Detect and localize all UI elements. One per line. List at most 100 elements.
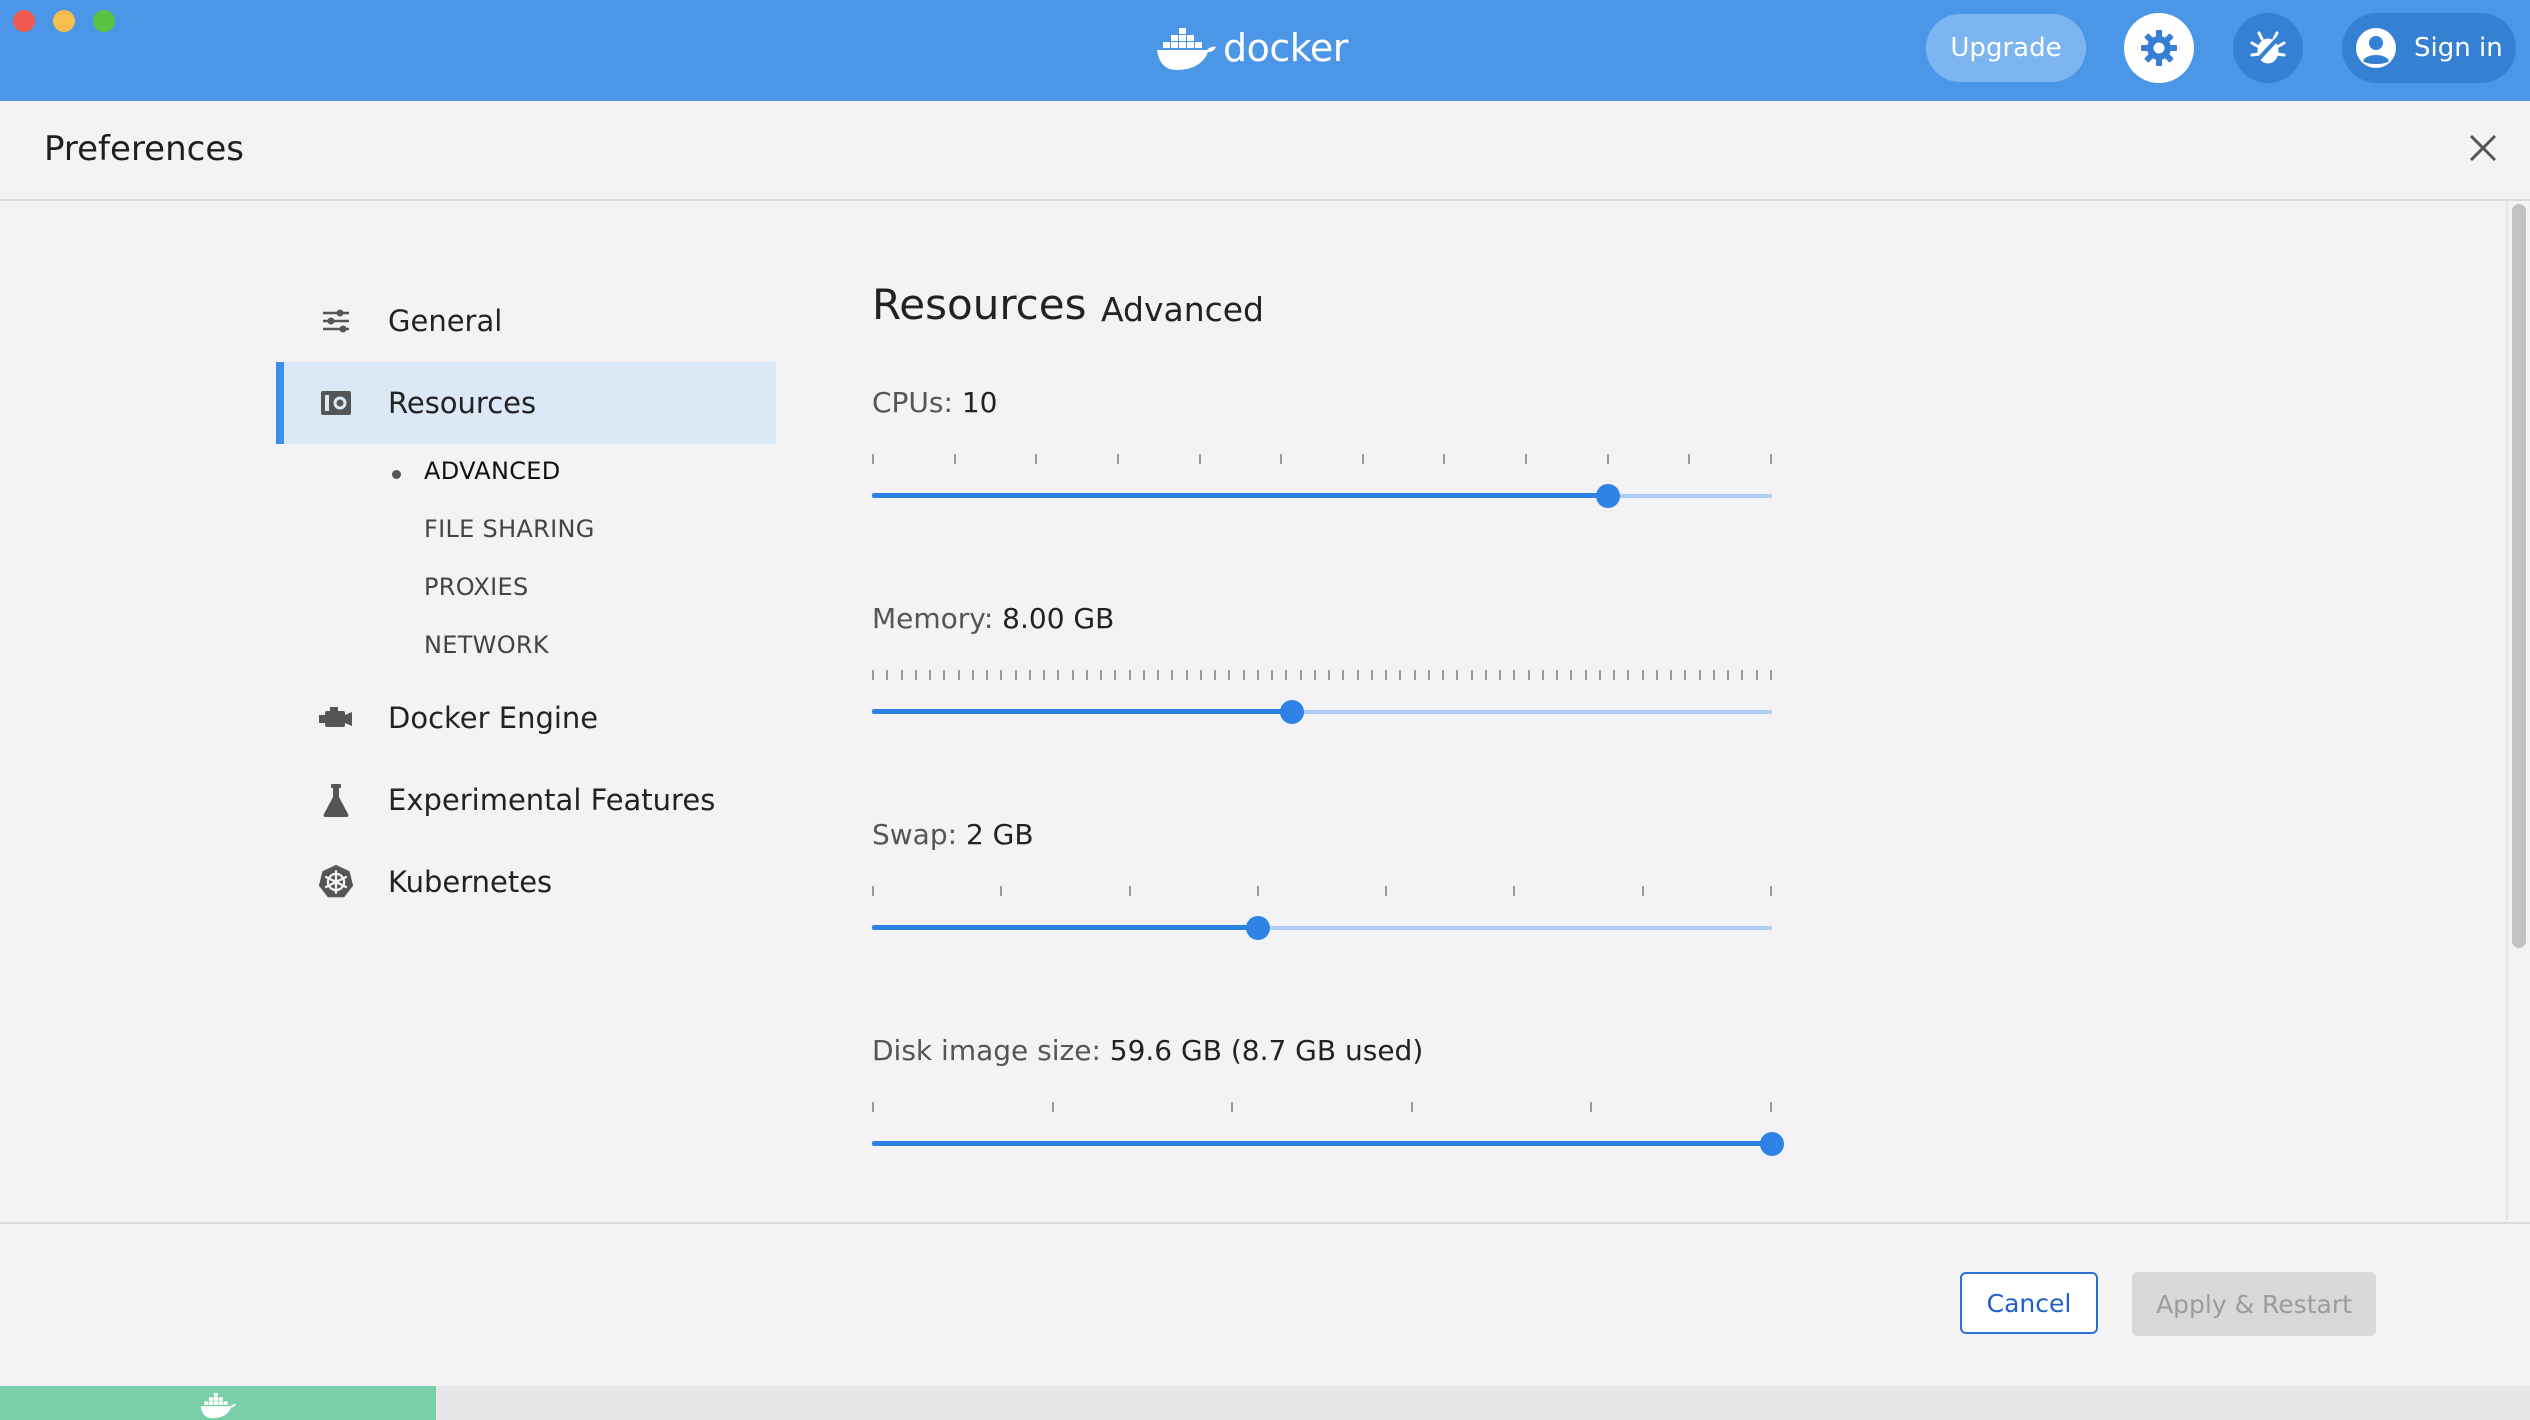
slider-tick bbox=[1313, 670, 1316, 680]
slider-tick bbox=[1670, 670, 1673, 680]
slider-tick bbox=[872, 1102, 874, 1112]
sidebar-item-docker-engine[interactable]: Docker Engine bbox=[276, 677, 776, 759]
slider-tick bbox=[1410, 1102, 1413, 1112]
disk-image-size-slider[interactable] bbox=[872, 1102, 1784, 1162]
slider-thumb[interactable] bbox=[1596, 484, 1621, 508]
slider-tick bbox=[1484, 670, 1487, 680]
troubleshoot-button[interactable] bbox=[2233, 13, 2303, 83]
slider-tick bbox=[1256, 886, 1259, 896]
slider-tick bbox=[914, 670, 917, 680]
slider-tick bbox=[1199, 670, 1202, 680]
title-bar: docker Upgrade Sign in bbox=[0, 0, 2530, 101]
slider-tick bbox=[872, 886, 874, 896]
slider-tick bbox=[1590, 1102, 1593, 1112]
slider-tick bbox=[1342, 670, 1345, 680]
disk-image-size-label: Disk image size: 59.6 GB (8.7 GB used) bbox=[872, 1034, 1423, 1067]
sidebar-item-kubernetes[interactable]: Kubernetes bbox=[276, 841, 776, 923]
slider-tick bbox=[1556, 670, 1559, 680]
slider-tick bbox=[1684, 670, 1687, 680]
window-minimize-button[interactable] bbox=[53, 10, 75, 32]
slider-tick bbox=[1328, 670, 1331, 680]
slider-tick bbox=[1256, 670, 1259, 680]
scroll-track bbox=[2506, 200, 2508, 1220]
slider-tick bbox=[1606, 454, 1609, 464]
settings-button[interactable] bbox=[2124, 13, 2194, 83]
slider-tick bbox=[1688, 454, 1691, 464]
subnav-item-proxies[interactable]: PROXIES bbox=[424, 573, 529, 601]
slider-tick bbox=[1385, 886, 1388, 896]
engine-status-indicator[interactable] bbox=[0, 1386, 436, 1420]
slider-tick bbox=[1527, 670, 1530, 680]
sidebar-item-general[interactable]: General bbox=[276, 280, 776, 362]
slider-tick bbox=[971, 670, 974, 680]
slider-tick bbox=[1043, 670, 1046, 680]
setting-value: 8.00 GB bbox=[1002, 602, 1115, 635]
slider-tick bbox=[1085, 670, 1088, 680]
slider-tick bbox=[886, 670, 889, 680]
slider-tick bbox=[1214, 670, 1217, 680]
cpus-label: CPUs: 10 bbox=[872, 386, 998, 419]
setting-value: 10 bbox=[961, 386, 998, 419]
slider-tick bbox=[1142, 670, 1145, 680]
bug-icon bbox=[2250, 31, 2286, 65]
slider-tick bbox=[1698, 670, 1701, 680]
sign-in-button[interactable]: Sign in bbox=[2342, 13, 2516, 83]
slider-fill bbox=[872, 1141, 1772, 1146]
sidebar-item-experimental-features[interactable]: Experimental Features bbox=[276, 759, 776, 841]
slider-tick bbox=[1271, 670, 1274, 680]
upgrade-button[interactable]: Upgrade bbox=[1926, 14, 2086, 82]
slider-tick bbox=[953, 454, 956, 464]
setting-value: 2 GB bbox=[965, 818, 1034, 851]
slider-tick bbox=[1000, 670, 1003, 680]
memory-slider[interactable] bbox=[872, 670, 1772, 730]
slider-tick bbox=[1641, 886, 1644, 896]
status-bar bbox=[0, 1386, 2530, 1420]
subnav-item-network[interactable]: NETWORK bbox=[424, 631, 549, 659]
active-subitem-bullet bbox=[392, 470, 401, 479]
slider-tick bbox=[1443, 454, 1446, 464]
window-close-button[interactable] bbox=[13, 10, 35, 32]
sidebar-item-resources[interactable]: Resources bbox=[276, 362, 776, 444]
slider-tick bbox=[1185, 670, 1188, 680]
slider-tick bbox=[1356, 670, 1359, 680]
window-zoom-button[interactable] bbox=[93, 10, 115, 32]
slider-thumb[interactable] bbox=[1760, 1132, 1784, 1156]
slider-thumb[interactable] bbox=[1280, 700, 1305, 724]
flask-icon bbox=[318, 782, 354, 818]
slider-tick bbox=[1000, 886, 1003, 896]
subnav-item-file-sharing[interactable]: FILE SHARING bbox=[424, 515, 595, 543]
slider-tick bbox=[1613, 670, 1616, 680]
slider-fill bbox=[872, 925, 1259, 930]
docker-logo-text: docker bbox=[1223, 26, 1348, 70]
page-title: Preferences bbox=[44, 129, 244, 169]
slider-tick bbox=[1014, 670, 1017, 680]
swap-slider[interactable] bbox=[872, 886, 1772, 946]
preferences-header: Preferences bbox=[0, 101, 2530, 201]
engine-icon bbox=[318, 700, 354, 736]
slider-tick bbox=[1116, 454, 1119, 464]
scrollbar[interactable] bbox=[2512, 204, 2526, 948]
setting-value: 59.6 GB (8.7 GB used) bbox=[1109, 1034, 1424, 1067]
sidebar-item-label: Docker Engine bbox=[388, 701, 599, 735]
cancel-button[interactable]: Cancel bbox=[1960, 1272, 2098, 1334]
slider-tick bbox=[957, 670, 960, 680]
slider-tick bbox=[1057, 670, 1060, 680]
cpus-slider[interactable] bbox=[872, 454, 1772, 514]
slider-tick bbox=[1242, 670, 1245, 680]
slider-tick bbox=[1228, 670, 1231, 680]
slider-tick bbox=[1071, 670, 1074, 680]
subsection-title: Advanced bbox=[1101, 290, 1265, 329]
slider-tick bbox=[1655, 670, 1658, 680]
slider-tick bbox=[1755, 670, 1758, 680]
slider-tick bbox=[1198, 454, 1201, 464]
apply-restart-button[interactable]: Apply & Restart bbox=[2132, 1272, 2376, 1336]
docker-whale-icon bbox=[1157, 28, 1216, 70]
subnav-item-advanced[interactable]: ADVANCED bbox=[424, 457, 561, 485]
sidebar-item-label: General bbox=[388, 304, 503, 338]
slider-tick bbox=[1712, 670, 1715, 680]
sliders-icon bbox=[318, 303, 354, 339]
slider-thumb[interactable] bbox=[1246, 916, 1271, 940]
user-avatar-icon bbox=[2354, 26, 2398, 70]
close-icon[interactable] bbox=[2462, 127, 2504, 169]
slider-tick bbox=[1741, 670, 1744, 680]
